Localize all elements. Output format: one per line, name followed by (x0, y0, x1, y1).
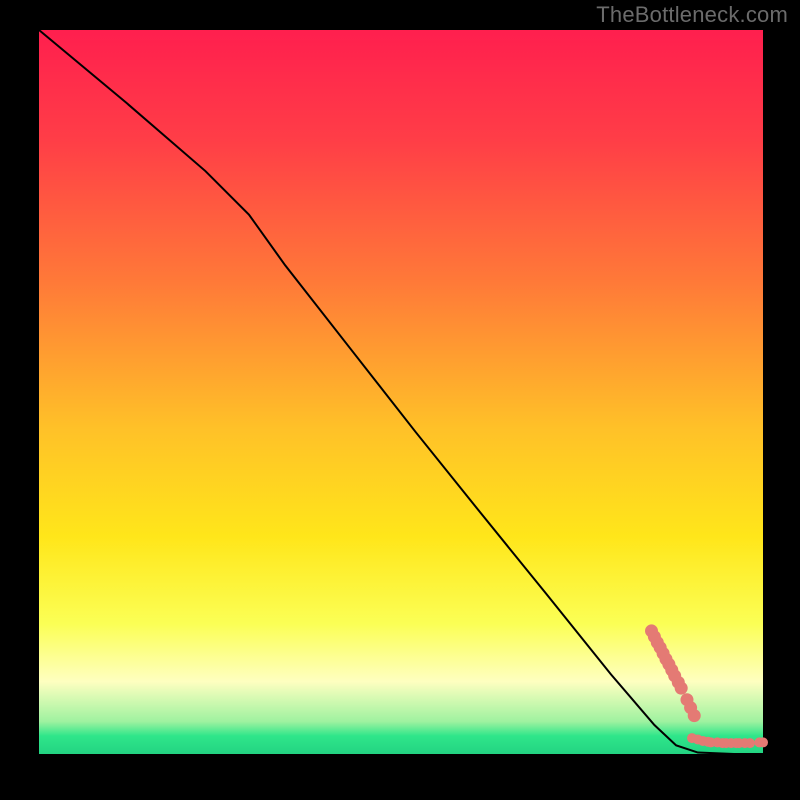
watermark-text: TheBottleneck.com (596, 2, 788, 28)
data-dot (758, 737, 768, 747)
chart-frame: TheBottleneck.com (0, 0, 800, 800)
data-dot (745, 738, 755, 748)
chart-canvas (0, 0, 800, 800)
data-dot (688, 709, 701, 722)
data-dot (675, 682, 688, 695)
